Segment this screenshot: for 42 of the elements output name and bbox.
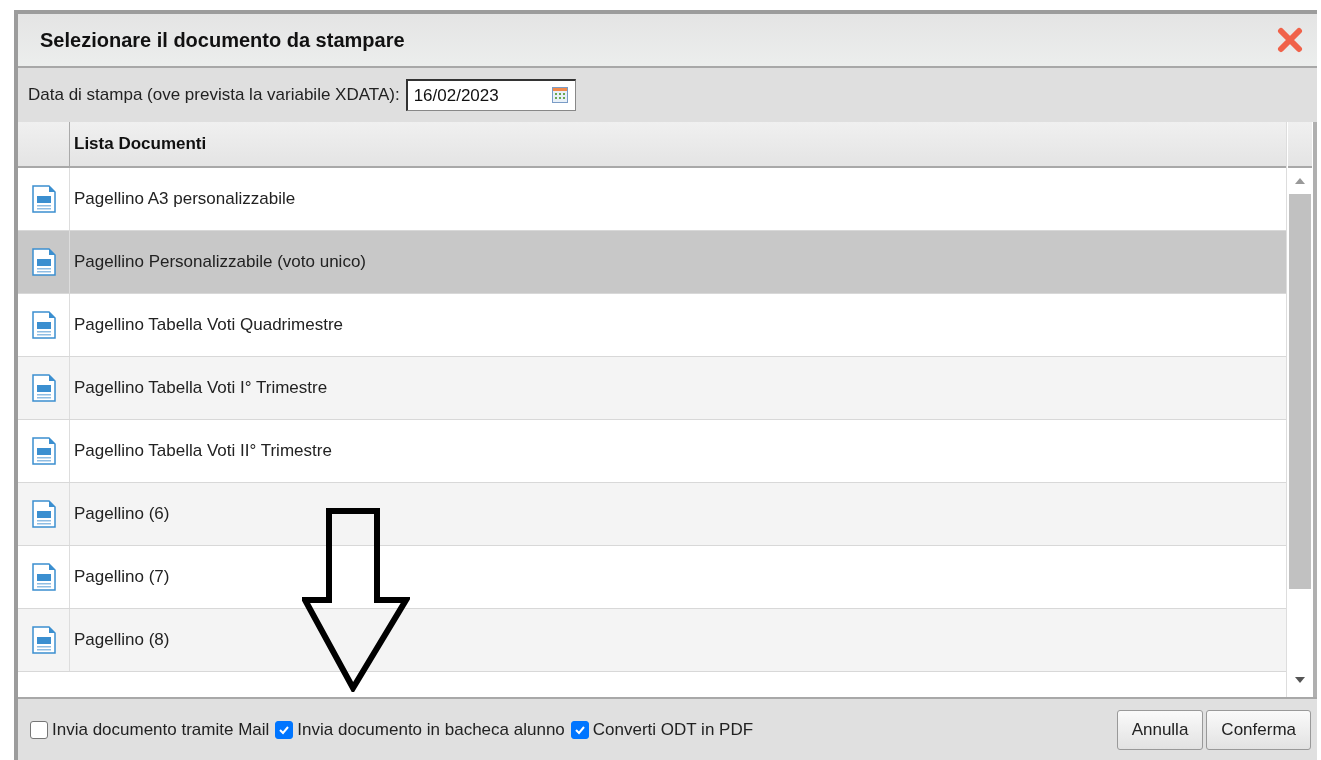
document-icon xyxy=(31,374,56,402)
scroll-thumb[interactable] xyxy=(1289,194,1311,589)
document-icon xyxy=(31,500,56,528)
date-field[interactable]: 16/02/2023 xyxy=(405,79,576,111)
column-header[interactable]: Lista Documenti xyxy=(70,134,207,154)
document-row[interactable]: Pagellino Tabella Voti Quadrimestre xyxy=(18,294,1286,357)
confirm-button[interactable]: Conferma xyxy=(1206,709,1311,750)
scroll-down-icon[interactable] xyxy=(1295,677,1305,683)
document-row[interactable]: Pagellino A3 personalizzabile xyxy=(18,168,1286,231)
checkbox[interactable] xyxy=(30,720,48,739)
cancel-button[interactable]: Annulla xyxy=(1116,709,1204,750)
close-icon[interactable] xyxy=(1277,27,1303,53)
document-icon xyxy=(31,311,56,339)
checkbox[interactable] xyxy=(275,720,294,739)
document-row[interactable]: Pagellino (8) xyxy=(18,609,1286,672)
scrollbar[interactable] xyxy=(1286,122,1313,697)
document-name: Pagellino A3 personalizzabile xyxy=(73,189,296,209)
checkbox-label: Invia documento tramite Mail xyxy=(52,719,270,740)
document-row[interactable]: Pagellino Tabella Voti I° Trimestre xyxy=(18,357,1286,420)
checkbox-label: Converti ODT in PDF xyxy=(592,719,754,740)
document-row[interactable]: Pagellino (6) xyxy=(18,483,1286,546)
scroll-up-icon[interactable] xyxy=(1295,178,1305,184)
document-icon xyxy=(31,626,56,654)
calendar-icon[interactable] xyxy=(551,87,568,103)
checkbox[interactable] xyxy=(570,720,589,739)
print-date-label: Data di stampa (ove prevista la variabile XDATA): xyxy=(28,85,400,105)
document-icon xyxy=(31,248,56,276)
document-icon xyxy=(31,437,56,465)
document-icon xyxy=(31,563,56,591)
document-row[interactable]: Pagellino Tabella Voti II° Trimestre xyxy=(18,420,1286,483)
document-row[interactable]: Pagellino (7) xyxy=(18,546,1286,609)
document-name: Pagellino (6) xyxy=(73,504,170,524)
dialog-title: Selezionare il documento da stampare xyxy=(40,28,405,52)
document-row[interactable]: Pagellino Personalizzabile (voto unico) xyxy=(18,231,1286,294)
document-name: Pagellino (8) xyxy=(73,630,170,650)
checkbox-label: Invia documento in bacheca alunno xyxy=(297,719,565,740)
document-name: Pagellino Tabella Voti II° Trimestre xyxy=(73,441,332,461)
document-name: Pagellino Personalizzabile (voto unico) xyxy=(73,252,366,272)
document-icon xyxy=(31,185,56,213)
document-name: Pagellino Tabella Voti I° Trimestre xyxy=(73,378,328,398)
document-name: Pagellino Tabella Voti Quadrimestre xyxy=(73,315,343,335)
document-name: Pagellino (7) xyxy=(73,567,170,587)
